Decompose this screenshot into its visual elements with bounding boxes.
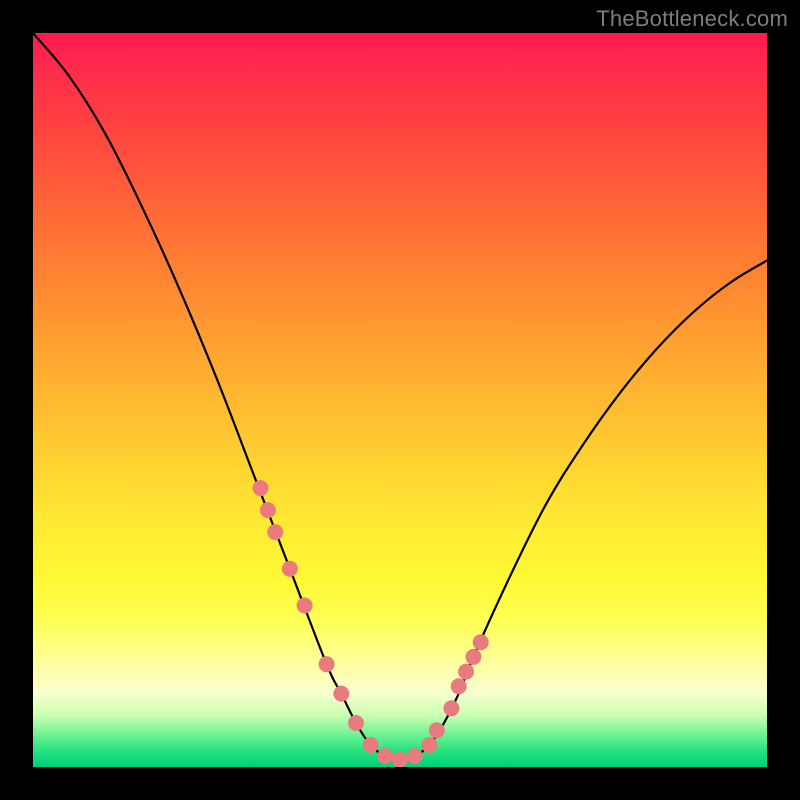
bottleneck-curve	[33, 33, 767, 760]
marker-dot	[282, 561, 298, 577]
marker-dot	[363, 737, 379, 753]
marker-dot	[267, 524, 283, 540]
marker-dot	[333, 686, 349, 702]
marker-dot	[392, 752, 408, 767]
marker-dot	[465, 649, 481, 665]
marker-dot	[407, 748, 423, 764]
chart-svg	[33, 33, 767, 767]
marker-dot	[473, 634, 489, 650]
marker-dot	[458, 664, 474, 680]
marker-dot	[451, 678, 467, 694]
marker-dot	[421, 737, 437, 753]
marker-dots	[253, 480, 489, 767]
marker-dot	[443, 700, 459, 716]
marker-dot	[319, 656, 335, 672]
marker-dot	[348, 715, 364, 731]
plot-area	[33, 33, 767, 767]
marker-dot	[253, 480, 269, 496]
marker-dot	[377, 748, 393, 764]
chart-frame: TheBottleneck.com	[0, 0, 800, 800]
marker-dot	[429, 722, 445, 738]
marker-dot	[297, 598, 313, 614]
watermark-text: TheBottleneck.com	[596, 6, 788, 32]
marker-dot	[260, 502, 276, 518]
